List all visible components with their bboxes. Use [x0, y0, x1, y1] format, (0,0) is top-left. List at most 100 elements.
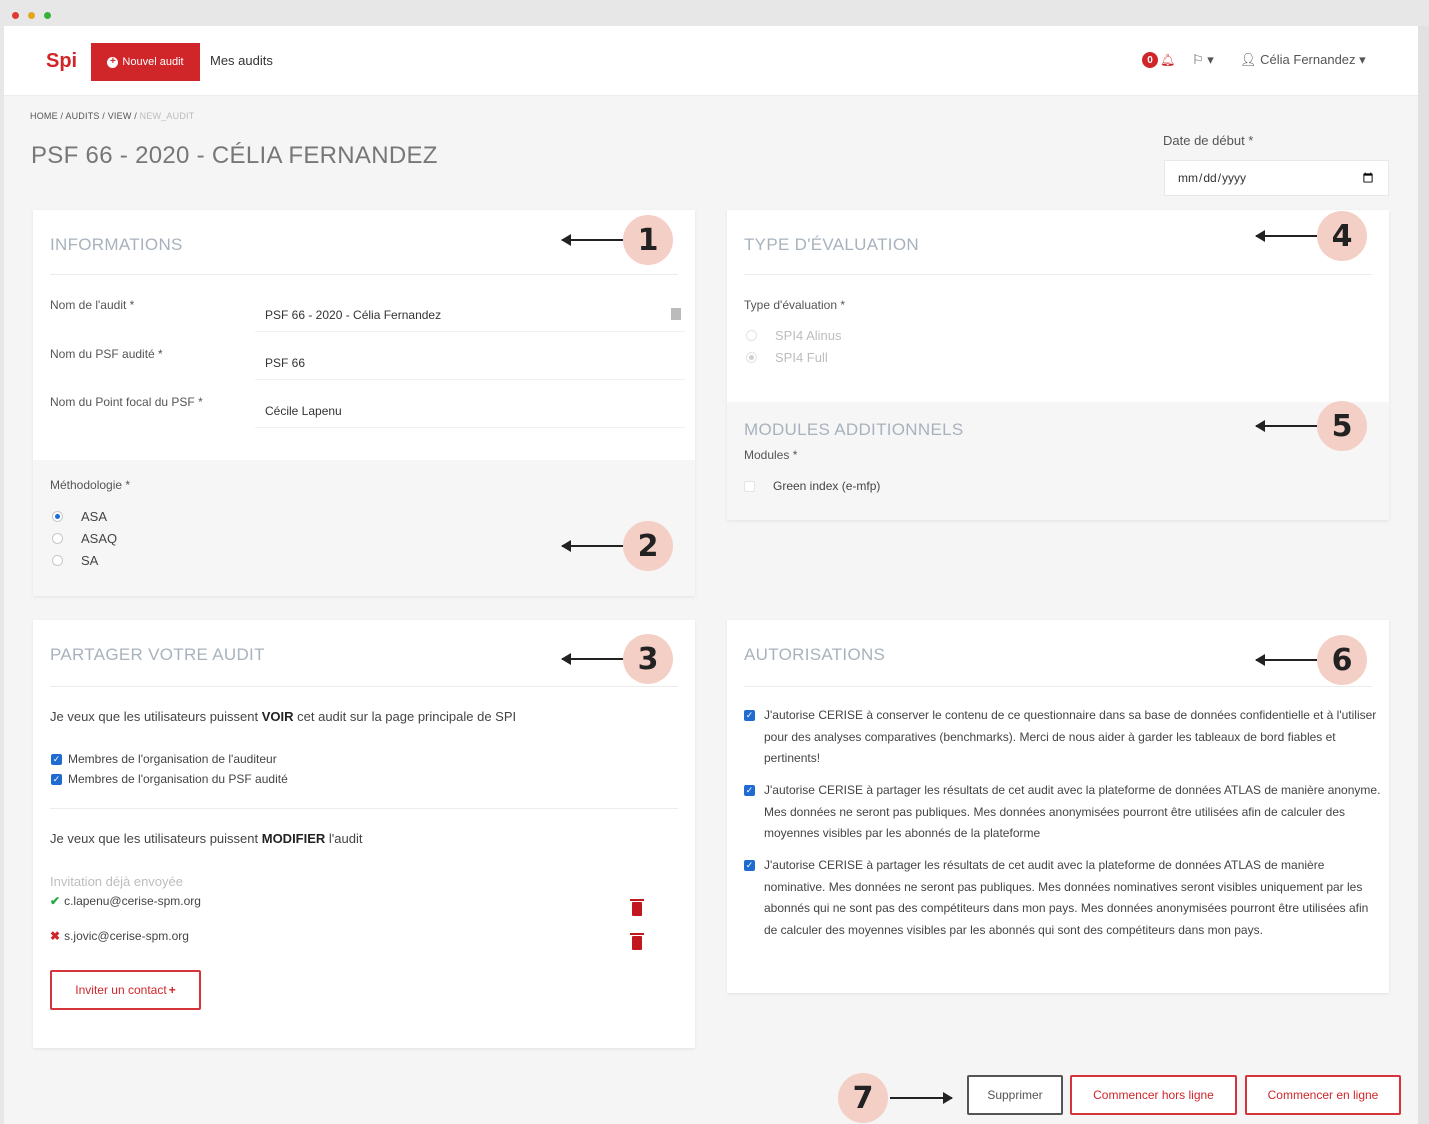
start-date-label: Date de début * — [1163, 133, 1254, 148]
start-online-button[interactable]: Commencer en ligne — [1245, 1075, 1401, 1115]
evaluation-card: TYPE D'ÉVALUATION Type d'évaluation * SP… — [727, 210, 1389, 520]
my-audits-link[interactable]: Mes audits — [210, 53, 273, 68]
authorization-benchmark[interactable]: ✓ J'autorise CERISE à conserver le conte… — [744, 705, 1379, 770]
annotation-marker-3: 3 — [623, 634, 673, 684]
user-name: Célia Fernandez — [1260, 52, 1356, 67]
module-label: Green index (e-mfp) — [773, 479, 881, 493]
checkbox-checked[interactable]: ✓ — [744, 710, 755, 721]
annotation-arrow — [561, 653, 624, 665]
annotation-arrow — [890, 1092, 953, 1104]
authorization-nominative[interactable]: ✓ J'autorise CERISE à partager les résul… — [744, 855, 1384, 941]
checkbox-checked[interactable]: ✓ — [744, 785, 755, 796]
minimize-window-icon[interactable] — [28, 12, 35, 19]
annotation-marker-7: 7 — [838, 1073, 888, 1123]
audit-name-label: Nom de l'audit * — [50, 298, 135, 312]
top-navbar: Spi + Nouvel audit Mes audits 0 🔔︎ ⚐ ▾ 👤… — [4, 26, 1418, 96]
delete-audit-button[interactable]: Supprimer — [967, 1075, 1063, 1115]
informations-card: INFORMATIONS Nom de l'audit * Nom du PSF… — [33, 210, 695, 596]
new-audit-button[interactable]: + Nouvel audit — [91, 43, 200, 81]
radio-disabled[interactable] — [746, 330, 757, 341]
clear-field-icon[interactable] — [671, 308, 681, 320]
checkbox-checked[interactable]: ✓ — [744, 860, 755, 871]
start-date-input[interactable] — [1164, 160, 1389, 196]
divider — [744, 686, 1372, 687]
error-x-icon: ✖ — [50, 929, 61, 943]
user-menu-dropdown[interactable]: 👤︎ Célia Fernandez ▾ — [1240, 52, 1366, 68]
methodology-section — [33, 460, 695, 596]
plus-circle-icon: + — [107, 56, 119, 68]
share-option-psf-org[interactable]: ✓ Membres de l'organisation du PSF audit… — [51, 772, 288, 786]
methodology-option-asaq[interactable]: ASAQ — [52, 531, 117, 546]
start-offline-button[interactable]: Commencer hors ligne — [1070, 1075, 1237, 1115]
breadcrumb-current: NEW_AUDIT — [139, 111, 195, 121]
checkbox-checked[interactable]: ✓ — [51, 753, 62, 765]
invite-contact-button[interactable]: Inviter un contact + — [50, 970, 201, 1010]
audit-name-input[interactable] — [255, 298, 685, 332]
app-window: Spi + Nouvel audit Mes audits 0 🔔︎ ⚐ ▾ 👤… — [4, 26, 1418, 1124]
checkbox-disabled[interactable] — [744, 480, 755, 492]
share-option-label: Membres de l'organisation de l'auditeur — [68, 752, 277, 766]
text-bold: VOIR — [261, 709, 294, 724]
radio-unselected[interactable] — [52, 555, 63, 566]
evaluation-option-full[interactable]: SPI4 Full — [746, 350, 828, 365]
invitation-row: ✖ s.jovic@cerise-spm.org — [50, 929, 189, 943]
view-permission-text: Je veux que les utilisateurs puissent VO… — [50, 709, 516, 724]
maximize-window-icon[interactable] — [44, 12, 51, 19]
radio-selected[interactable] — [52, 511, 63, 522]
user-icon: 👤︎ — [1240, 52, 1257, 67]
divider — [50, 274, 678, 275]
plus-icon: + — [168, 983, 176, 997]
psf-name-input[interactable] — [255, 346, 685, 380]
methodology-option-sa[interactable]: SA — [52, 553, 98, 568]
evaluation-title: TYPE D'ÉVALUATION — [744, 235, 919, 254]
annotation-arrow — [1255, 230, 1318, 242]
annotation-marker-4: 4 — [1317, 211, 1367, 261]
invitation-email: s.jovic@cerise-spm.org — [64, 929, 189, 943]
focal-point-label: Nom du Point focal du PSF * — [50, 395, 203, 409]
breadcrumb-path[interactable]: HOME / AUDITS / VIEW / — [30, 111, 140, 121]
methodology-option-label: SA — [81, 553, 99, 568]
checkbox-checked[interactable]: ✓ — [51, 773, 62, 785]
text-part: Je veux que les utilisateurs puissent — [50, 831, 262, 846]
text-part: Je veux que les utilisateurs puissent — [50, 709, 262, 724]
share-option-auditor-org[interactable]: ✓ Membres de l'organisation de l'auditeu… — [51, 752, 277, 766]
invitation-email: c.lapenu@cerise-spm.org — [64, 894, 201, 908]
evaluation-option-label: SPI4 Alinus — [775, 328, 842, 343]
evaluation-option-label: SPI4 Full — [775, 350, 828, 365]
annotation-marker-2: 2 — [623, 521, 673, 571]
text-part: cet audit sur la page principale de SPI — [293, 709, 517, 724]
psf-name-label: Nom du PSF audité * — [50, 347, 163, 361]
methodology-option-asa[interactable]: ASA — [52, 509, 107, 524]
close-window-icon[interactable] — [12, 12, 19, 19]
delete-invitation-icon[interactable] — [630, 899, 644, 916]
module-green-index[interactable]: Green index (e-mfp) — [744, 479, 880, 493]
spi-logo[interactable]: Spi — [46, 50, 77, 73]
evaluation-type-label: Type d'évaluation * — [744, 298, 846, 312]
authorizations-title: AUTORISATIONS — [744, 645, 886, 664]
invitation-row: ✔ c.lapenu@cerise-spm.org — [50, 894, 201, 908]
notifications-button[interactable]: 0 🔔︎ — [1142, 52, 1175, 68]
annotation-arrow — [561, 234, 624, 246]
invitation-sent-label: Invitation déjà envoyée — [50, 874, 183, 889]
divider — [744, 274, 1372, 275]
share-option-label: Membres de l'organisation du PSF audité — [68, 772, 288, 786]
window-titlebar — [0, 0, 1429, 26]
authorization-anonymous[interactable]: ✓ J'autorise CERISE à partager les résul… — [744, 780, 1384, 845]
methodology-label: Méthodologie * — [50, 478, 131, 492]
radio-disabled-selected[interactable] — [746, 352, 757, 363]
delete-invitation-icon[interactable] — [630, 933, 644, 950]
window-scrollbar[interactable] — [1418, 26, 1429, 1124]
focal-point-input[interactable] — [255, 394, 685, 428]
flag-icon: ⚐ — [1192, 52, 1204, 67]
new-audit-label: Nouvel audit — [122, 56, 184, 68]
annotation-marker-6: 6 — [1317, 635, 1367, 685]
annotation-arrow — [1255, 420, 1318, 432]
share-card: PARTAGER VOTRE AUDIT Je veux que les uti… — [33, 620, 695, 1048]
radio-unselected[interactable] — [52, 533, 63, 544]
share-title: PARTAGER VOTRE AUDIT — [50, 645, 265, 664]
notification-count-badge: 0 — [1142, 52, 1158, 68]
evaluation-option-alinus[interactable]: SPI4 Alinus — [746, 328, 842, 343]
language-dropdown[interactable]: ⚐ ▾ — [1192, 52, 1214, 68]
divider — [50, 808, 678, 809]
invite-contact-label: Inviter un contact — [75, 983, 167, 997]
